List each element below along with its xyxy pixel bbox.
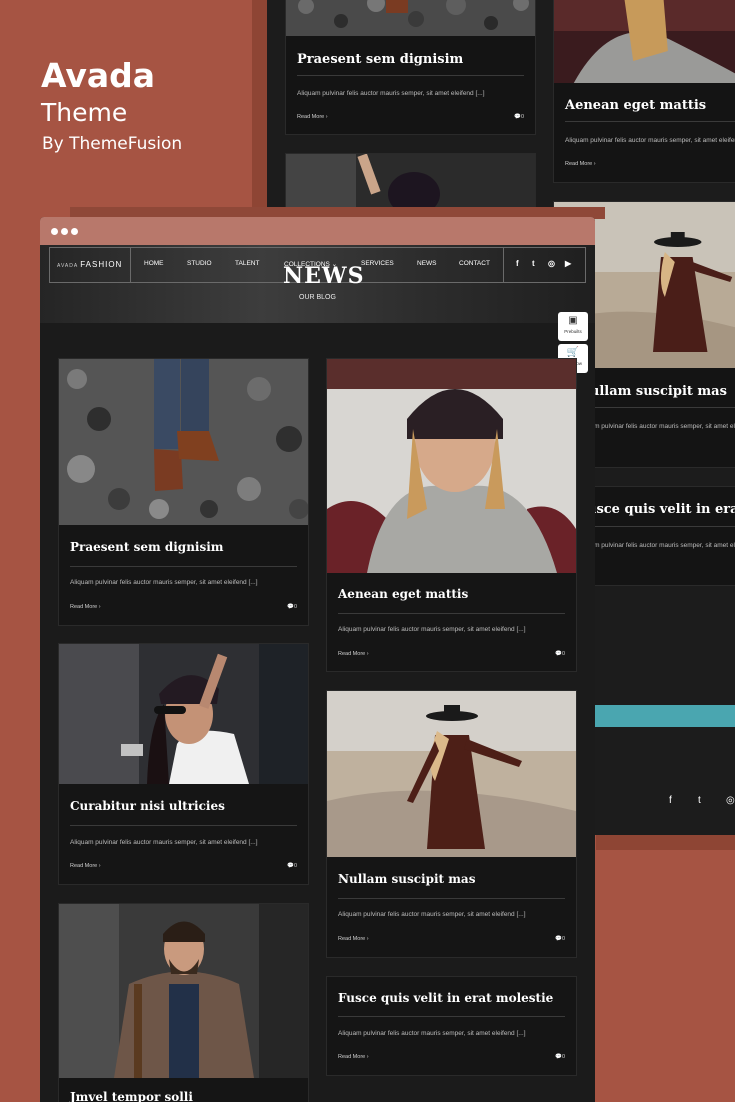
bg-post-excerpt: Aliquam pulvinar felis auctor mauris sem… <box>576 423 735 430</box>
post-excerpt: Aliquam pulvinar felis auctor mauris sem… <box>338 911 526 918</box>
post-card: Praesent sem dignisim Aliquam pulvinar f… <box>58 358 309 626</box>
comment-icon: 💬 <box>514 114 521 120</box>
prebuilt-sites-icon: ▣ <box>568 315 578 326</box>
woman-desert-image <box>327 691 576 857</box>
post-card: Nullam suscipit mas Aliquam pulvinar fel… <box>326 690 577 958</box>
comment-count: 💬0 <box>555 936 565 942</box>
bg-post-title[interactable]: Aenean eget mattis <box>565 98 706 113</box>
post-excerpt: Aliquam pulvinar felis auctor mauris sem… <box>338 1030 526 1037</box>
comment-count: 💬0 <box>287 863 297 869</box>
post-excerpt: Aliquam pulvinar felis auctor mauris sem… <box>70 839 258 846</box>
twitter-icon[interactable]: t <box>532 259 535 268</box>
comment-count: 💬0 <box>287 604 297 610</box>
prebuilts-button[interactable]: ▣ Prebuilts <box>558 312 588 341</box>
window-dot[interactable] <box>61 228 68 235</box>
bg-post-card: Aenean eget mattis Aliquam pulvinar feli… <box>553 0 735 183</box>
divider <box>70 825 297 826</box>
nav-home[interactable]: HOME <box>144 260 164 267</box>
comment-count: 💬0 <box>555 651 565 657</box>
promo-byline: By ThemeFusion <box>42 134 183 154</box>
divider <box>338 613 565 614</box>
post-title[interactable]: Fusce quis velit in erat molestie <box>338 991 553 1005</box>
site-logo[interactable]: AVADA FASHION <box>57 260 122 269</box>
post-card: Aenean eget mattis Aliquam pulvinar feli… <box>326 358 577 672</box>
facebook-icon[interactable]: f <box>516 259 519 268</box>
comment-icon: 💬 <box>555 651 562 657</box>
bg-read-more-link[interactable]: Read More › <box>565 161 596 167</box>
nav-services[interactable]: SERVICES <box>361 260 394 267</box>
divider <box>297 75 524 76</box>
divider <box>70 566 297 567</box>
woman-scarf-image <box>554 0 735 83</box>
comment-icon: 💬 <box>555 1054 562 1060</box>
decor-shadow <box>252 0 267 215</box>
comment-icon: 💬 <box>287 604 294 610</box>
post-title[interactable]: Praesent sem dignisim <box>70 540 224 554</box>
woman-sunglasses-image <box>59 644 308 784</box>
post-card: Jmvel tempor solli <box>58 903 309 1102</box>
post-card: Fusce quis velit in erat molestie Aliqua… <box>326 976 577 1076</box>
divider <box>338 1016 565 1017</box>
nav-studio[interactable]: STUDIO <box>187 260 212 267</box>
bg-post-title[interactable]: Nullam suscipit mas <box>578 384 727 399</box>
post-title[interactable]: Jmvel tempor solli <box>70 1090 193 1102</box>
window-dot[interactable] <box>51 228 58 235</box>
post-excerpt: Aliquam pulvinar felis auctor mauris sem… <box>70 579 258 586</box>
nav-talent[interactable]: TALENT <box>235 260 259 267</box>
post-title[interactable]: Aenean eget mattis <box>338 587 468 601</box>
man-jacket-image <box>59 904 308 1078</box>
bg-post-excerpt: Aliquam pulvinar felis auctor mauris sem… <box>297 90 485 97</box>
promo-title: Avada <box>41 56 156 95</box>
window-title-bar <box>40 217 595 245</box>
post-title[interactable]: Nullam suscipit mas <box>338 872 475 886</box>
bg-post-card: Praesent sem dignisim Aliquam pulvinar f… <box>285 0 536 135</box>
comment-icon: 💬 <box>287 863 294 869</box>
nav-news[interactable]: NEWS <box>417 260 437 267</box>
decor-shadow <box>596 835 735 850</box>
page-subtitle: OUR BLOG <box>299 294 336 301</box>
bg-post-title[interactable]: Fusce quis velit in erat molestie <box>578 502 735 517</box>
page-title: NEWS <box>283 263 365 289</box>
bg-post-title[interactable]: Praesent sem dignisim <box>297 52 463 67</box>
read-more-link[interactable]: Read More › <box>70 863 101 869</box>
promo-subtitle: Theme <box>41 98 128 127</box>
read-more-link[interactable]: Read More › <box>338 651 369 657</box>
cart-icon: 🛒 <box>566 347 580 358</box>
post-excerpt: Aliquam pulvinar felis auctor mauris sem… <box>338 626 526 633</box>
divider <box>565 121 735 122</box>
read-more-link[interactable]: Read More › <box>70 604 101 610</box>
divider <box>338 898 565 899</box>
bg-read-more-link[interactable]: Read More › <box>297 114 328 120</box>
post-card: Curabitur nisi ultricies Aliquam pulvina… <box>58 643 309 885</box>
facebook-icon[interactable]: f <box>669 795 672 806</box>
bg-comment-count: 💬0 <box>514 114 524 120</box>
nav-contact[interactable]: CONTACT <box>459 260 490 267</box>
comment-count: 💬0 <box>555 1054 565 1060</box>
woman-scarf-image <box>327 359 576 573</box>
rocky-ground-image <box>286 0 535 36</box>
bg-post-excerpt: Aliquam pulvinar felis auctor mauris sem… <box>576 542 735 549</box>
browser-window: AVADA FASHION HOME STUDIO TALENT COLLECTI… <box>40 217 595 1102</box>
post-title[interactable]: Curabitur nisi ultricies <box>70 799 225 813</box>
rocky-ground-image <box>59 359 308 525</box>
read-more-link[interactable]: Read More › <box>338 1054 369 1060</box>
bg-post-excerpt: Aliquam pulvinar felis auctor mauris sem… <box>565 137 735 144</box>
twitter-icon[interactable]: t <box>698 795 701 806</box>
comment-icon: 💬 <box>555 936 562 942</box>
window-dot[interactable] <box>71 228 78 235</box>
footer-accent-bar <box>594 705 735 727</box>
instagram-icon[interactable]: ◎ <box>726 795 735 806</box>
youtube-icon[interactable]: ▶ <box>565 259 571 268</box>
instagram-icon[interactable]: ◎ <box>548 259 555 268</box>
read-more-link[interactable]: Read More › <box>338 936 369 942</box>
